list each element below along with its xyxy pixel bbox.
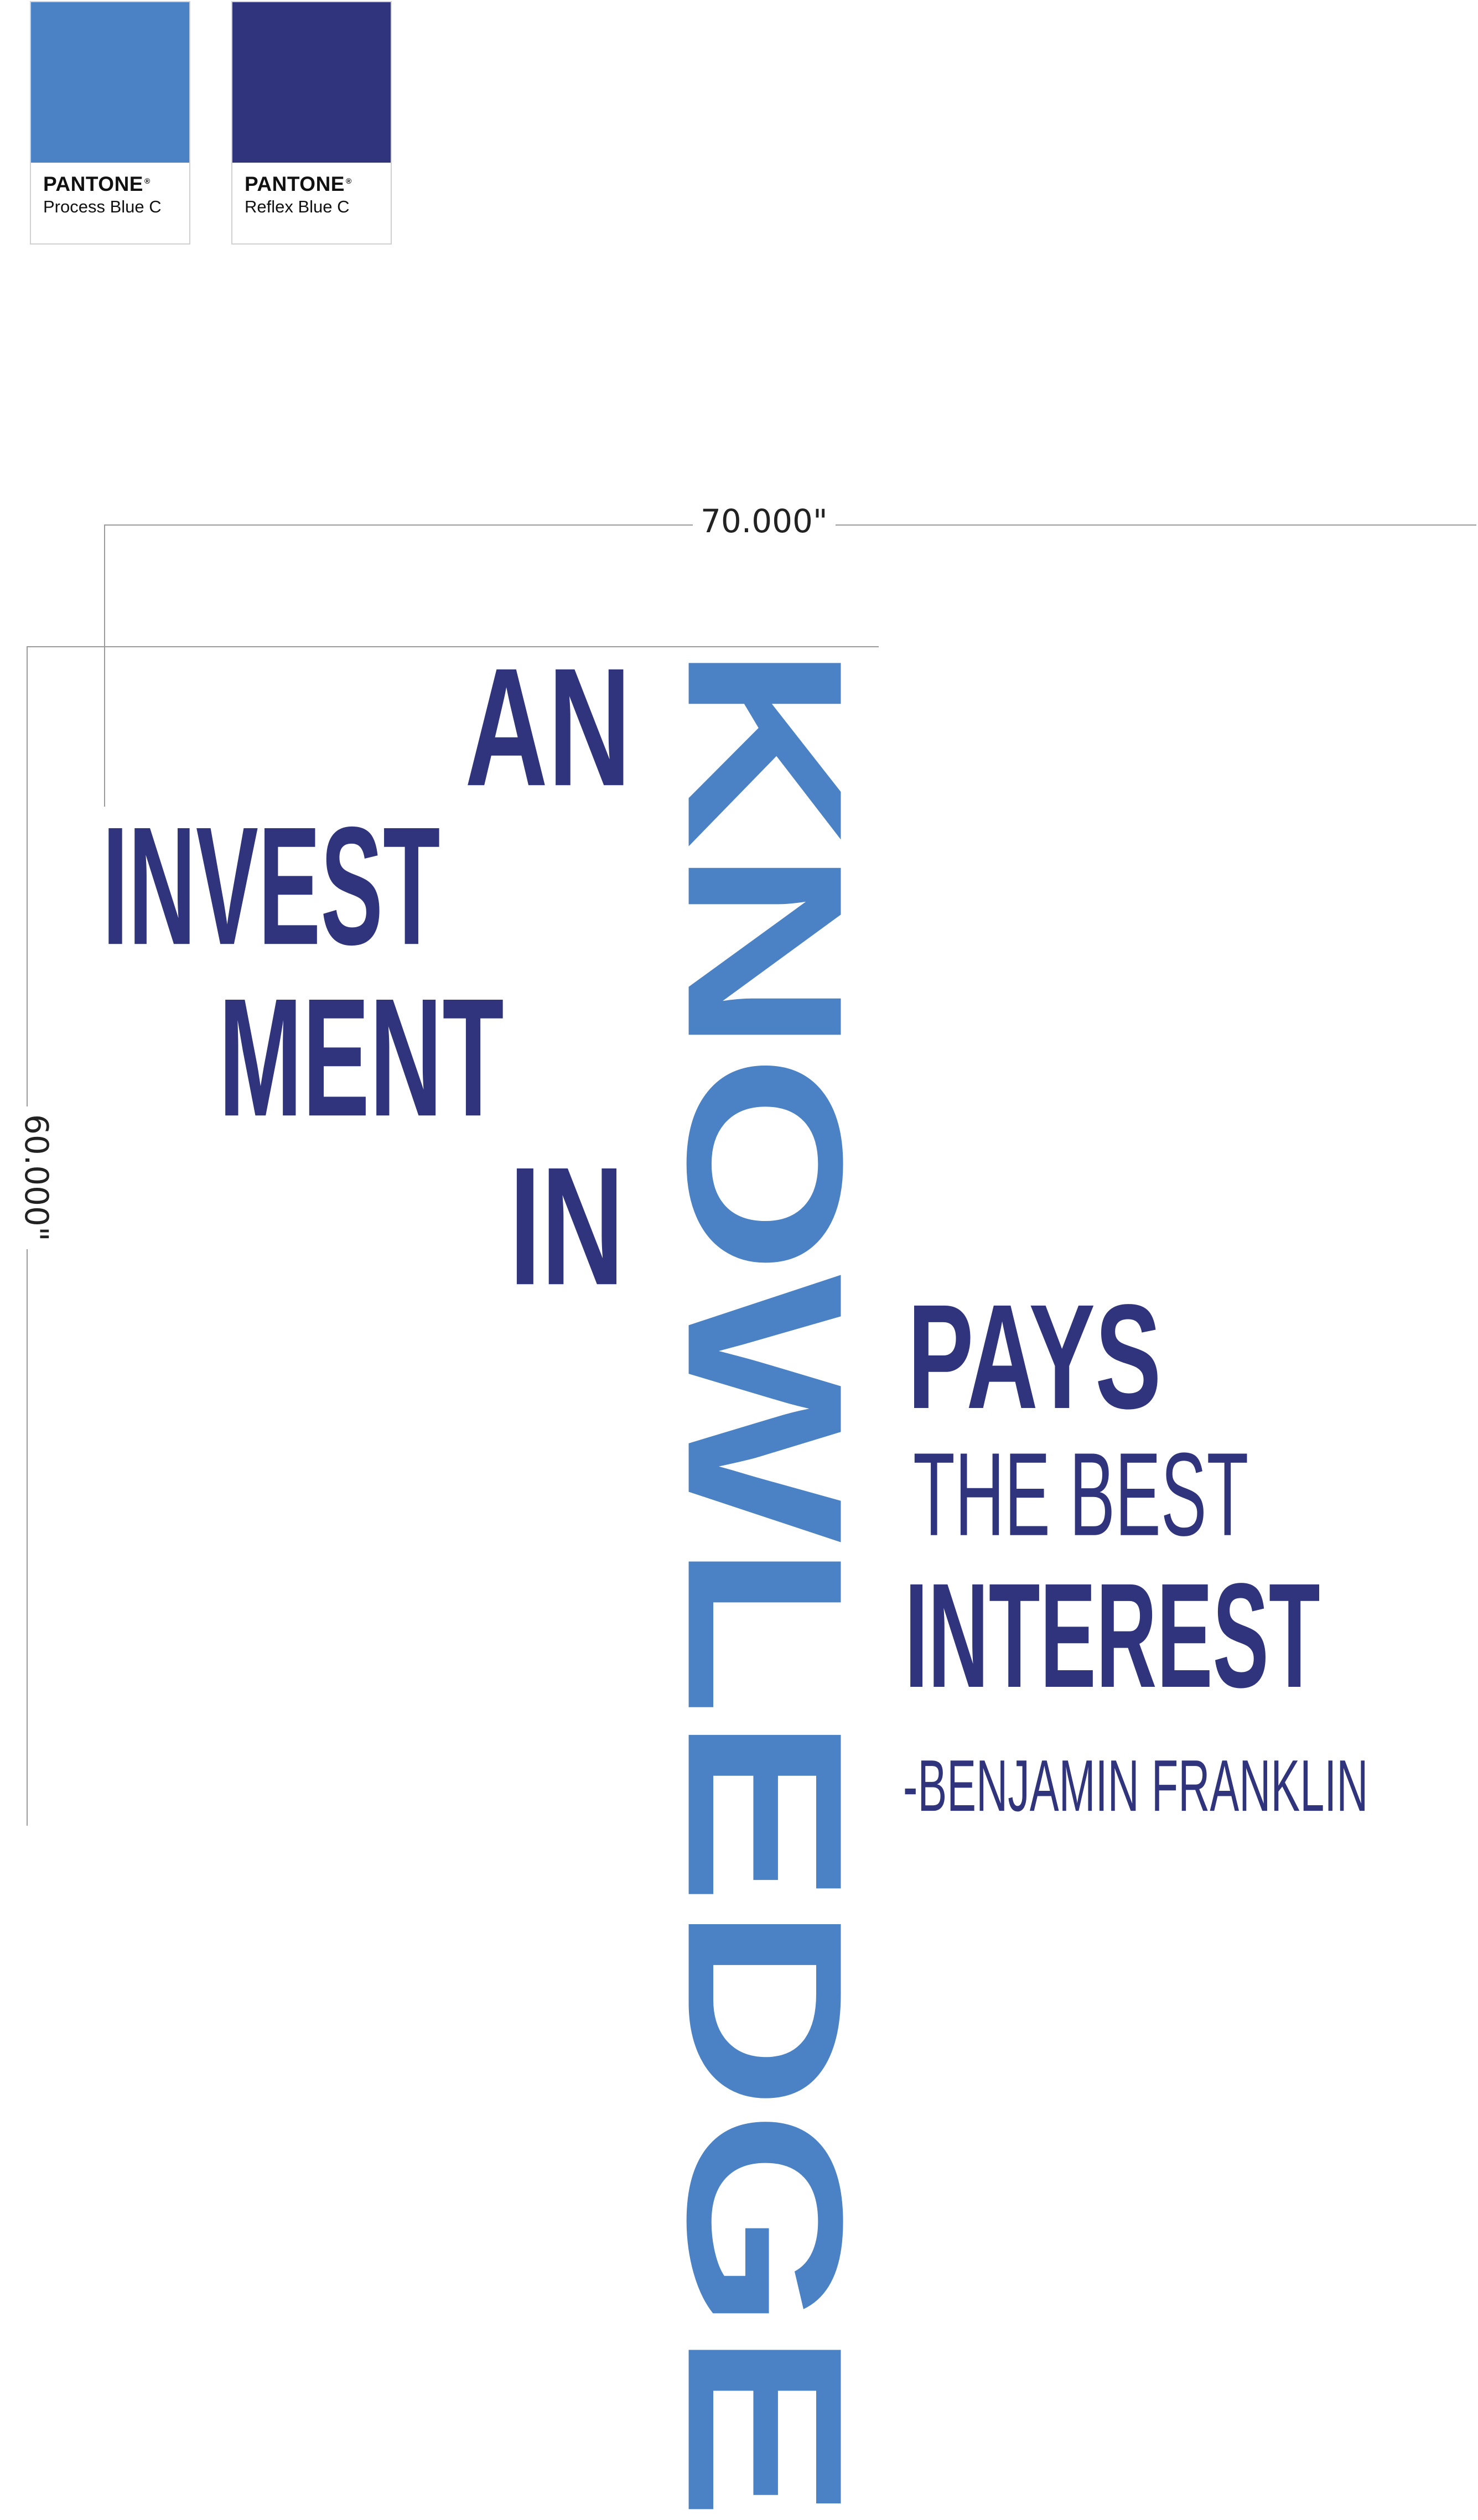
swatch-brand: PANTONE ® (245, 173, 352, 195)
swatch-reflex-blue: PANTONE ® Reflex Blue C (231, 1, 392, 245)
swatch-name: Reflex Blue C (245, 197, 350, 216)
quote-attribution: -BENJAMIN FRANKLIN (903, 1745, 1368, 1827)
quote-word-the-best: THE BEST (913, 1428, 1249, 1561)
swatch-color-chip (232, 2, 391, 163)
quote-word-knowledge-vertical: KNOWLEDGE (641, 644, 889, 2520)
quote-word-in: IN (509, 1132, 624, 1321)
height-dimension-label: 60.000" (18, 1106, 55, 1249)
swatch-brand: PANTONE ® (43, 173, 151, 195)
width-dimension-label: 70.000" (693, 502, 836, 540)
registered-mark: ® (345, 176, 352, 185)
swatch-name: Process Blue C (43, 197, 162, 216)
registered-mark: ® (144, 176, 151, 185)
quote-word-pays: PAYS (907, 1273, 1161, 1440)
quote-word-an: AN (465, 633, 631, 822)
width-guide-left-tick (104, 524, 105, 807)
quote-word-ment: MENT (219, 964, 504, 1152)
swatch-color-chip (31, 2, 189, 163)
quote-word-interest: INTEREST (905, 1552, 1320, 1719)
swatch-process-blue: PANTONE ® Process Blue C (30, 1, 190, 245)
quote-word-invest: INVEST (102, 792, 440, 980)
